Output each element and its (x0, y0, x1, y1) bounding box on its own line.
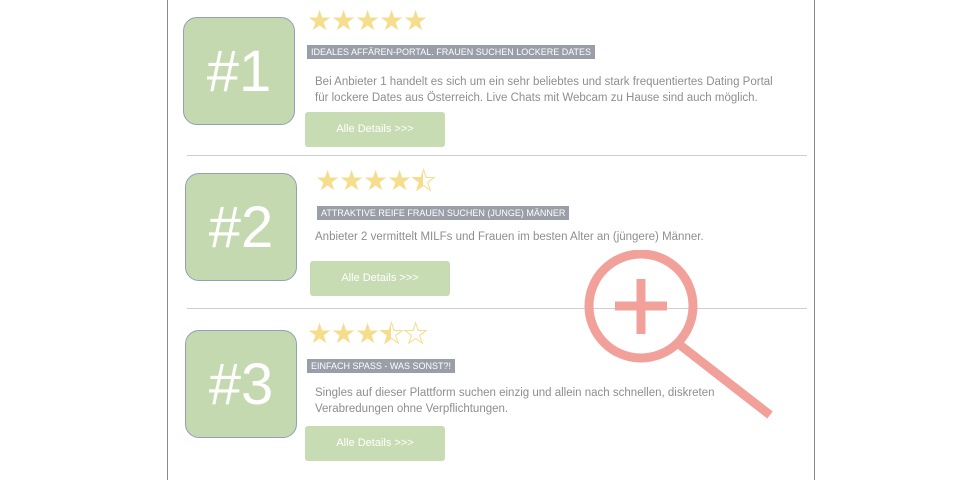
star-full-icon: ★ (363, 165, 389, 196)
zoom-in-icon[interactable] (580, 250, 780, 430)
details-button[interactable]: Alle Details >>> (310, 261, 450, 296)
description-line: Anbieter 2 vermittelt MILFs und Frauen i… (315, 231, 704, 243)
listing-description: Anbieter 2 vermittelt MILFs und Frauen i… (315, 229, 704, 245)
star-full-icon: ★ (331, 318, 357, 349)
star-half-icon: ★★ (378, 318, 405, 349)
listing-tag: ATTRAKTIVE REIFE FRAUEN SUCHEN (JUNGE) M… (317, 206, 570, 220)
star-full-icon: ★ (307, 5, 333, 36)
star-half-icon: ★★ (410, 165, 437, 196)
details-button[interactable]: Alle Details >>> (305, 112, 445, 147)
star-rating: ★★★★★★ (307, 318, 429, 349)
star-empty-icon: ★ (402, 318, 429, 349)
star-full-icon: ★ (339, 165, 365, 196)
rank-badge: #3 (185, 330, 297, 438)
star-full-icon: ★ (379, 5, 405, 36)
details-button[interactable]: Alle Details >>> (305, 426, 445, 461)
star-rating: ★★★★★★ (315, 165, 437, 196)
star-full-icon: ★ (331, 5, 357, 36)
star-full-icon: ★ (355, 5, 381, 36)
listing-tag: EINFACH SPASS - WAS SONST?! (307, 359, 456, 373)
description-line: für lockere Dates aus Österreich. Live C… (315, 92, 758, 104)
star-rating: ★ ★ ★ ★ ★ (307, 5, 429, 36)
divider (187, 155, 807, 156)
rank-badge: #2 (185, 173, 297, 281)
listing-tag: IDEALES AFFÄREN-PORTAL. FRAUEN SUCHEN LO… (307, 45, 596, 59)
star-full-icon: ★ (387, 165, 413, 196)
description-line: Bei Anbieter 1 handelt es sich um ein se… (315, 76, 773, 88)
rank-badge: #1 (183, 17, 295, 125)
star-full-icon: ★ (307, 318, 333, 349)
star-full-icon: ★ (315, 165, 341, 196)
star-full-icon: ★ (355, 318, 381, 349)
listing-description: Bei Anbieter 1 handelt es sich um ein se… (315, 74, 773, 106)
star-full-icon: ★ (403, 5, 429, 36)
